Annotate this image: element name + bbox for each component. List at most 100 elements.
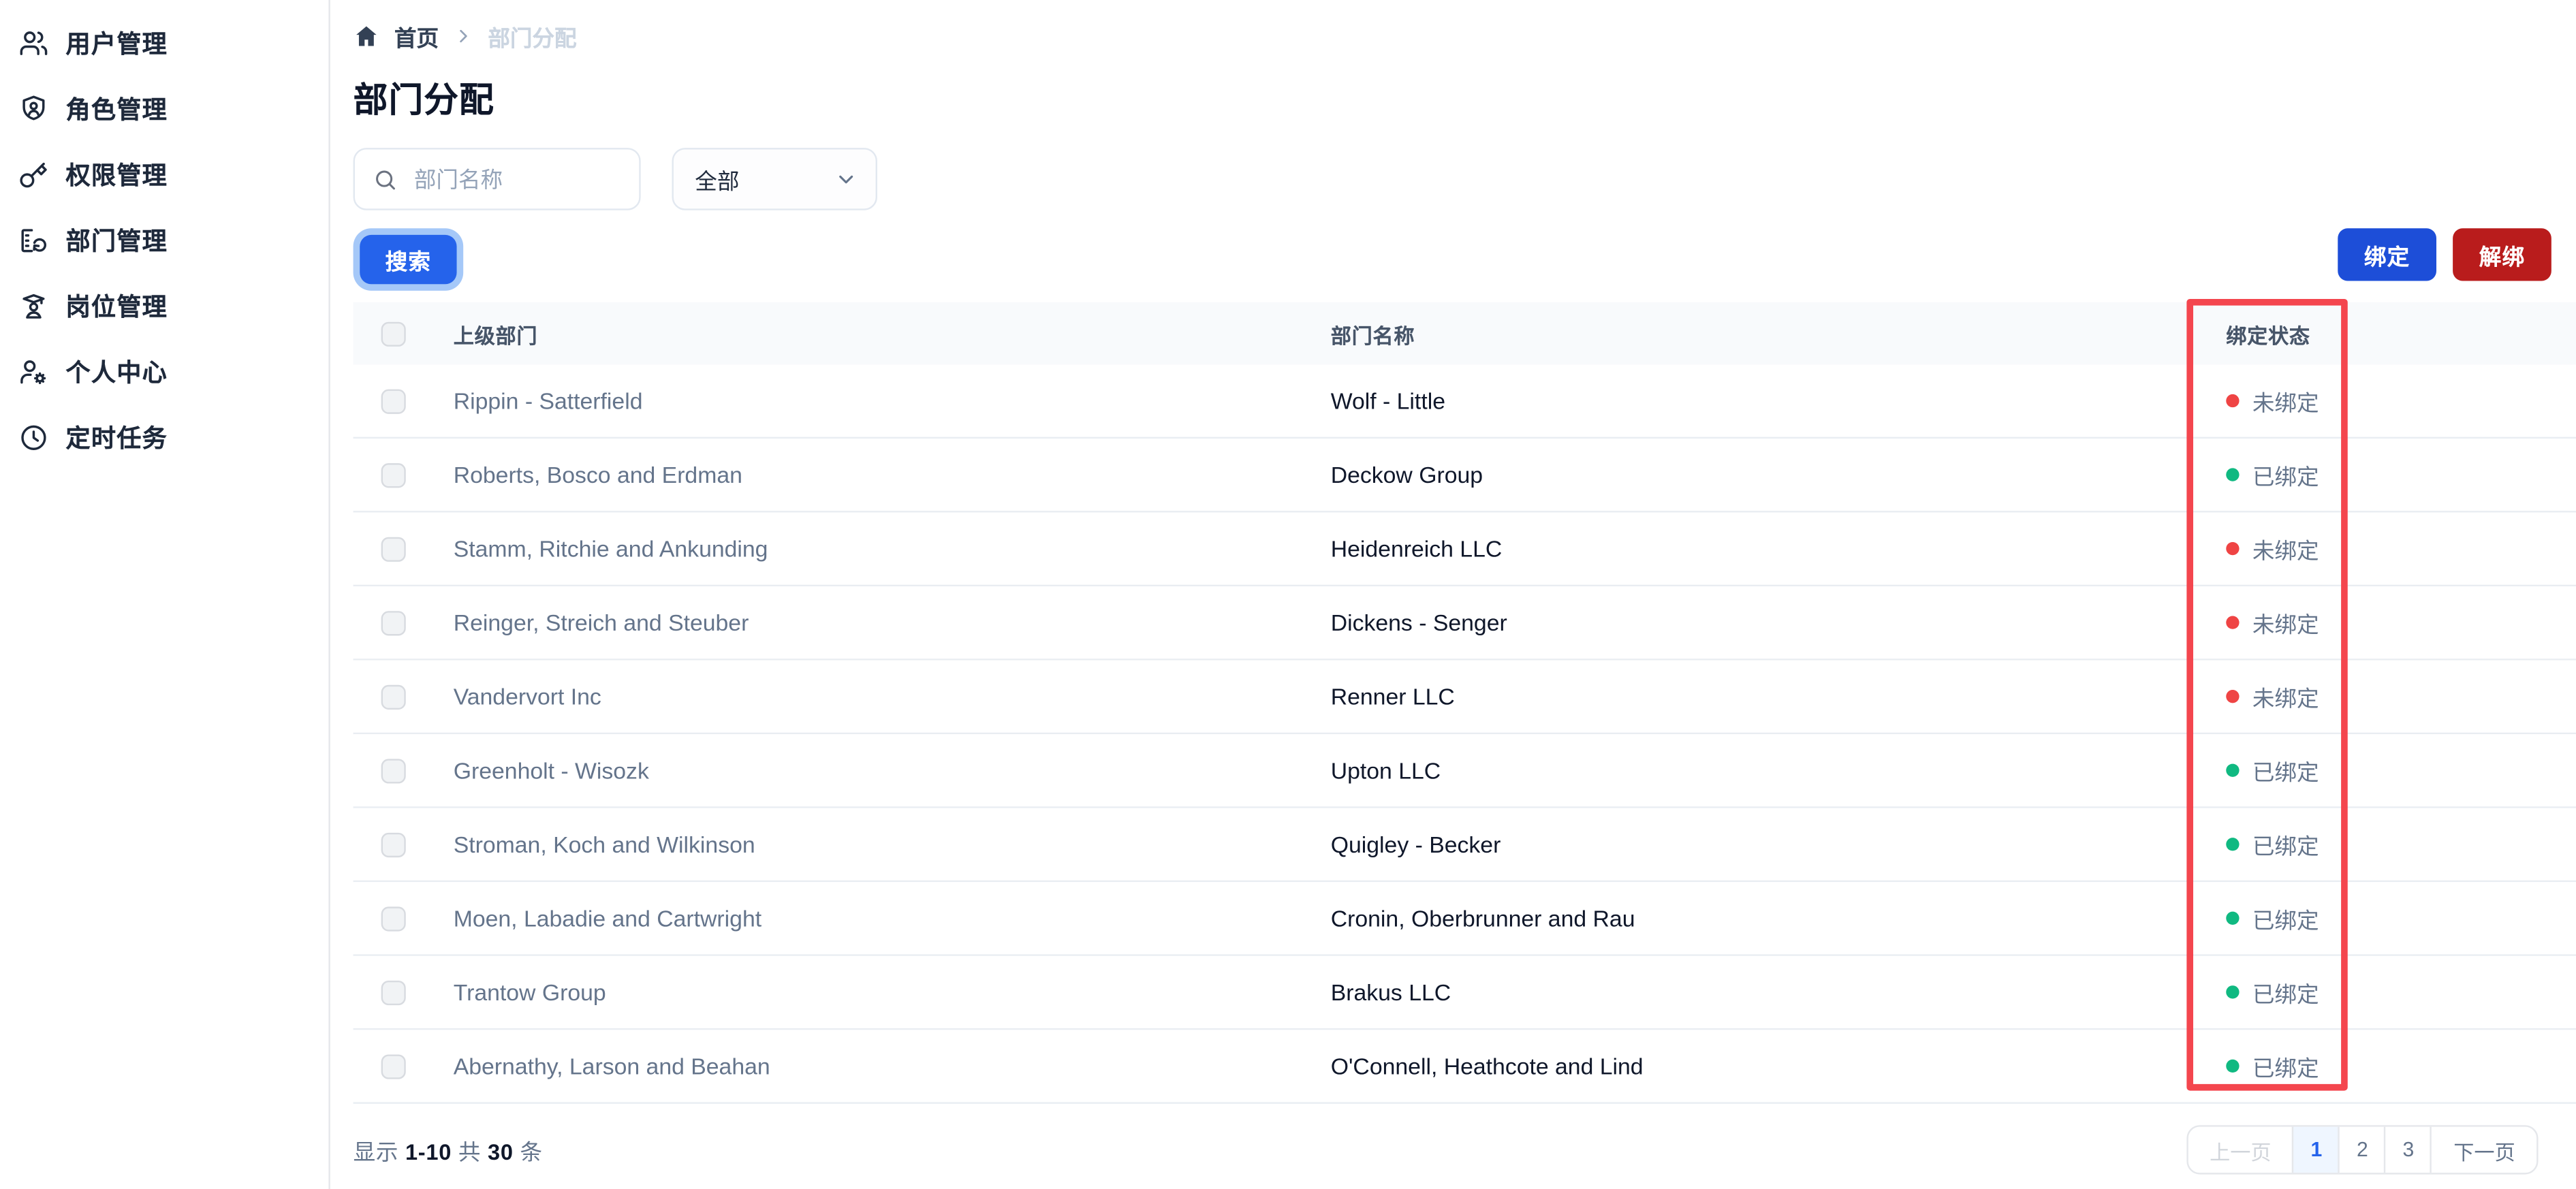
status-dot [2226,763,2240,778]
users-icon [20,30,48,54]
status-label: 已绑定 [2252,982,2319,1007]
cell-parent: Roberts, Bosco and Erdman [453,461,742,488]
cell-status: 未绑定 [2226,533,2576,565]
chevron-right-icon [454,27,473,46]
status-dot [2226,1059,2240,1073]
bind-button[interactable]: 绑定 [2338,228,2436,281]
cell-name: Heidenreich LLC [1330,535,1503,562]
cell-status: 已绑定 [2226,754,2576,787]
status-dot [2226,690,2240,703]
row-checkbox[interactable] [381,536,406,561]
sidebar-item-department-management[interactable]: 部门管理 [0,207,328,272]
row-checkbox[interactable] [381,906,406,931]
status-label: 未绑定 [2252,612,2319,638]
search-icon [376,170,395,189]
row-checkbox[interactable] [381,1053,406,1079]
column-header-parent: 上级部门 [453,324,538,348]
key-icon [20,161,47,187]
pagination-page-1[interactable]: 1 [2292,1126,2339,1173]
status-dot [2226,911,2240,925]
sidebar-item-scheduled-tasks[interactable]: 定时任务 [0,404,328,469]
row-checkbox[interactable] [381,462,406,488]
cell-name: Deckow Group [1330,461,1483,488]
pagination-prev-button[interactable]: 上一页 [2188,1127,2293,1173]
home-icon[interactable] [354,23,380,50]
status-dot [2226,468,2240,481]
cell-name: Dickens - Senger [1330,609,1507,636]
row-checkbox[interactable] [381,979,406,1005]
table-footer: 显示 1-10 共 30 条 上一页 1 2 3 下一页 [353,1125,2576,1175]
cell-name: Quigley - Becker [1330,831,1501,858]
cell-name: Upton LLC [1330,757,1441,784]
role-shield-icon [22,95,45,120]
row-checkbox[interactable] [381,388,406,413]
sidebar-item-label: 权限管理 [65,161,168,190]
row-checkbox[interactable] [381,758,406,783]
departments-table: 上级部门 部门名称 绑定状态 Rippin - Satterfield Wolf… [353,299,2576,1105]
bulk-actions: 绑定 解绑 [2338,228,2551,281]
sidebar-item-label: 定时任务 [65,424,168,453]
cell-status: 未绑定 [2226,385,2576,417]
actions-row: 搜索 绑定 解绑 [354,228,2576,285]
search-input[interactable] [411,165,623,193]
table-row: Greenholt - Wisozk Upton LLC 已绑定 [353,734,2576,808]
sidebar-item-user-management[interactable]: 用户管理 [0,10,328,75]
cell-parent: Trantow Group [453,979,606,1006]
department-search-field[interactable] [353,148,641,210]
status-filter-select[interactable]: 全部 [672,148,878,210]
search-button[interactable]: 搜索 [360,235,457,285]
pagination-page-3[interactable]: 3 [2384,1126,2431,1173]
sidebar-item-post-management[interactable]: 岗位管理 [0,272,328,338]
status-label: 未绑定 [2252,539,2319,564]
table-body: Rippin - Satterfield Wolf - Little 未绑定 R… [353,364,2576,1105]
cell-parent: Moen, Labadie and Cartwright [453,905,762,932]
cell-parent: Vandervort Inc [453,683,601,710]
status-label: 未绑定 [2252,686,2319,712]
row-checkbox[interactable] [381,684,406,709]
cell-status: 已绑定 [2226,976,2576,1009]
breadcrumb: 首页 部门分配 [354,20,2576,52]
status-label: 未绑定 [2252,391,2319,416]
app-window: 用户管理 角色管理 权限管理 部门管理 岗位管理 个人中心 定时任务 首页 部门… [0,0,2576,1189]
select-all-checkbox[interactable] [381,321,406,346]
row-checkbox[interactable] [381,610,406,635]
cell-parent: Reinger, Streich and Steuber [453,609,749,636]
clock-icon [21,424,46,449]
cell-parent: Abernathy, Larson and Beahan [453,1053,770,1079]
cell-status: 已绑定 [2226,1049,2576,1082]
post-icon [22,293,45,318]
results-summary: 显示 1-10 共 30 条 [353,1140,543,1165]
table-row: Moen, Labadie and Cartwright Cronin, Obe… [353,882,2576,956]
cell-parent: Stroman, Koch and Wilkinson [453,831,755,858]
breadcrumb-current-label: 部门分配 [488,26,577,51]
row-checkbox[interactable] [381,831,406,857]
cell-name: Brakus LLC [1330,979,1451,1006]
status-dot [2226,838,2240,851]
cell-status: 未绑定 [2226,680,2576,713]
main-content: 首页 部门分配 部门分配 全部 搜索 绑定 解绑 [330,0,2576,1189]
cell-parent: Rippin - Satterfield [453,387,643,414]
cell-parent: Stamm, Ritchie and Ankunding [453,535,768,562]
table-row: Stamm, Ritchie and Ankunding Heidenreich… [353,512,2576,587]
sidebar-item-label: 用户管理 [65,30,168,59]
pagination-page-2[interactable]: 2 [2338,1126,2385,1173]
unbind-button[interactable]: 解绑 [2453,228,2551,281]
table-row: Rippin - Satterfield Wolf - Little 未绑定 [353,364,2576,439]
sidebar-item-role-management[interactable]: 角色管理 [0,76,328,141]
sidebar-item-label: 个人中心 [65,359,168,387]
cell-status: 已绑定 [2226,828,2576,861]
status-label: 已绑定 [2252,834,2319,859]
sidebar-item-label: 角色管理 [65,96,168,125]
table-row: Vandervort Inc Renner LLC 未绑定 [353,660,2576,735]
pagination: 上一页 1 2 3 下一页 [2186,1125,2539,1175]
cell-name: O'Connell, Heathcote and Lind [1330,1053,1644,1079]
breadcrumb-home-label[interactable]: 首页 [394,20,439,52]
status-label: 已绑定 [2252,908,2319,934]
page-title: 部门分配 [353,82,495,121]
select-value: 全部 [695,169,740,194]
pagination-next-button[interactable]: 下一页 [2430,1126,2537,1173]
sidebar-item-profile-center[interactable]: 个人中心 [0,338,328,404]
sidebar-item-permission-management[interactable]: 权限管理 [0,141,328,206]
status-dot [2226,985,2240,999]
sidebar: 用户管理 角色管理 权限管理 部门管理 岗位管理 个人中心 定时任务 [0,0,330,1189]
